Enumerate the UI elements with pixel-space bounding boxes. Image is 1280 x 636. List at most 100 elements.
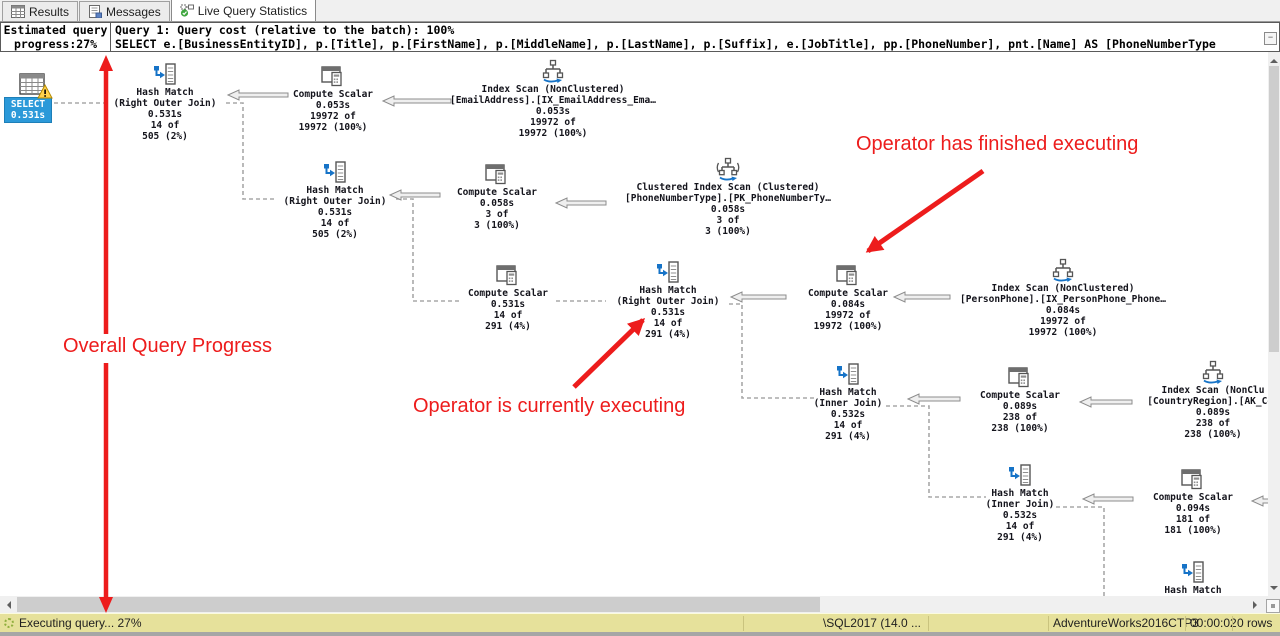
tab-live-query-statistics-label: Live Query Statistics bbox=[198, 4, 307, 18]
compute-scalar-icon bbox=[1007, 365, 1033, 389]
plan-node-line: 19972 (100%) bbox=[213, 122, 453, 133]
status-executing-text: Executing query... 27% bbox=[19, 616, 142, 630]
plan-node-line: 0.084s bbox=[943, 305, 1183, 316]
collapse-query-text-button[interactable]: − bbox=[1264, 32, 1277, 45]
plan-node-compute-scalar-6[interactable]: Compute Scalar0.094s181 of181 (100%) bbox=[1073, 467, 1268, 536]
plan-node-line: 19972 (100%) bbox=[943, 327, 1183, 338]
plan-node-line: 19972 (100%) bbox=[433, 128, 673, 139]
results-pane-tabbar: Results Messages Live Query Statistics bbox=[0, 0, 1280, 22]
status-separator bbox=[743, 616, 744, 631]
scroll-right-button[interactable] bbox=[1246, 596, 1263, 613]
execution-plan-canvas[interactable]: SELECT0.531sHash Match(Right Outer Join)… bbox=[0, 52, 1268, 596]
chevron-down-icon bbox=[1270, 586, 1278, 590]
hash-match-icon bbox=[655, 260, 681, 284]
plan-node-line: [CountryRegion].[AK_Cou bbox=[1093, 396, 1268, 407]
estimated-progress-line1: Estimated query bbox=[1, 23, 110, 37]
plan-node-line: [EmailAddress].[IX_EmailAddress_Ema… bbox=[433, 95, 673, 106]
plan-node-line: Index Scan (NonClustered) bbox=[943, 283, 1183, 294]
index-scan-icon bbox=[1200, 360, 1226, 384]
chevron-up-icon bbox=[1270, 59, 1278, 63]
scrollbar-corner-button[interactable] bbox=[1266, 599, 1280, 613]
plan-horizontal-scrollbar[interactable] bbox=[0, 596, 1280, 613]
plan-node-line: 3 of bbox=[608, 215, 848, 226]
chevron-left-icon bbox=[7, 601, 11, 609]
plan-node-line: Index Scan (NonClustered) bbox=[433, 84, 673, 95]
plan-node-line: Compute Scalar bbox=[728, 288, 968, 299]
status-row-count: 0 rows bbox=[1237, 616, 1272, 630]
plan-node-line: 19972 (100%) bbox=[728, 321, 968, 332]
hash-match-icon bbox=[1180, 560, 1206, 584]
compute-scalar-icon bbox=[1180, 467, 1206, 491]
hash-match-icon bbox=[152, 62, 178, 86]
plan-node-line: 181 of bbox=[1073, 514, 1268, 525]
status-separator bbox=[928, 616, 929, 631]
live-query-statistics-icon bbox=[180, 4, 194, 17]
plan-node-line: 19972 of bbox=[943, 316, 1183, 327]
plan-node-hash-match-6[interactable]: Hash Match bbox=[1073, 560, 1268, 596]
plan-node-line: 19972 of bbox=[433, 117, 673, 128]
status-server-name: \SQL2017 (14.0 ... bbox=[746, 616, 921, 630]
compute-scalar-icon bbox=[835, 263, 861, 287]
query-header-panel: Query 1: Query cost (relative to the bat… bbox=[110, 22, 1280, 52]
estimated-progress-panel: Estimated query progress:27% bbox=[0, 22, 111, 52]
hash-match-icon bbox=[322, 160, 348, 184]
select-result-icon bbox=[19, 72, 45, 96]
query-text-line: SELECT e.[BusinessEntityID], p.[Title], … bbox=[115, 37, 1279, 51]
plan-node-line: 0.058s bbox=[608, 204, 848, 215]
status-bar: Executing query... 27% \SQL2017 (14.0 ..… bbox=[0, 613, 1280, 633]
compute-scalar-icon bbox=[320, 64, 346, 88]
plan-node-line: 0.058s bbox=[377, 198, 617, 209]
plan-node-line: 181 (100%) bbox=[1073, 525, 1268, 536]
plan-node-index-scan-3[interactable]: Index Scan (NonClu[CountryRegion].[AK_Co… bbox=[1093, 360, 1268, 440]
plan-node-line: 19972 of bbox=[728, 310, 968, 321]
scroll-left-button[interactable] bbox=[0, 596, 17, 613]
index-scan-icon bbox=[1050, 258, 1076, 282]
plan-node-clustered-index-scan-1[interactable]: Clustered Index Scan (Clustered)[PhoneNu… bbox=[608, 157, 848, 237]
plan-node-line: Clustered Index Scan (Clustered) bbox=[608, 182, 848, 193]
plan-header-row: Estimated query progress:27% Query 1: Qu… bbox=[0, 22, 1280, 52]
horizontal-scroll-thumb[interactable] bbox=[17, 597, 820, 612]
executing-spinner-icon bbox=[4, 618, 14, 628]
tab-live-query-statistics[interactable]: Live Query Statistics bbox=[171, 0, 316, 21]
plan-node-line: Compute Scalar bbox=[377, 187, 617, 198]
tab-messages[interactable]: Messages bbox=[79, 1, 170, 21]
plan-node-compute-scalar-2[interactable]: Compute Scalar0.058s3 of3 (100%) bbox=[377, 162, 617, 231]
plan-node-line: 238 (100%) bbox=[1093, 429, 1268, 440]
messages-icon bbox=[88, 5, 102, 18]
status-elapsed-time: 00:00:02 bbox=[1190, 616, 1237, 630]
tab-results[interactable]: Results bbox=[2, 1, 78, 21]
estimated-progress-line2: progress:27% bbox=[1, 37, 110, 51]
clustered-index-scan-icon bbox=[715, 157, 741, 181]
plan-node-index-scan-2[interactable]: Index Scan (NonClustered)[PersonPhone].[… bbox=[943, 258, 1183, 338]
scroll-down-button[interactable] bbox=[1265, 579, 1280, 596]
plan-node-compute-scalar-1[interactable]: Compute Scalar0.053s19972 of19972 (100%) bbox=[213, 64, 453, 133]
tab-messages-label: Messages bbox=[106, 5, 161, 19]
plan-node-line: Hash Match bbox=[1073, 585, 1268, 596]
compute-scalar-icon bbox=[484, 162, 510, 186]
hash-match-icon bbox=[1007, 463, 1033, 487]
plan-node-line: Compute Scalar bbox=[1073, 492, 1268, 503]
plan-node-line: 19972 of bbox=[213, 111, 453, 122]
chevron-right-icon bbox=[1253, 601, 1257, 609]
plan-vertical-scrollbar[interactable] bbox=[1268, 52, 1280, 596]
plan-node-index-scan-1[interactable]: Index Scan (NonClustered)[EmailAddress].… bbox=[433, 59, 673, 139]
plan-node-line: 3 (100%) bbox=[377, 220, 617, 231]
plan-node-line: Index Scan (NonClu bbox=[1093, 385, 1268, 396]
plan-node-line: 238 of bbox=[1093, 418, 1268, 429]
plan-node-line: 0.053s bbox=[433, 106, 673, 117]
query-cost-line: Query 1: Query cost (relative to the bat… bbox=[115, 23, 1279, 37]
tab-results-label: Results bbox=[29, 5, 69, 19]
status-database-name: AdventureWorks2016CTP3 bbox=[1053, 616, 1199, 630]
results-grid-icon bbox=[11, 5, 25, 18]
status-separator bbox=[1185, 616, 1186, 631]
plan-node-line: 3 of bbox=[377, 209, 617, 220]
plan-node-line: 3 (100%) bbox=[608, 226, 848, 237]
plan-node-line: 0.084s bbox=[728, 299, 968, 310]
vertical-scroll-thumb[interactable] bbox=[1269, 66, 1279, 352]
plan-node-compute-scalar-4[interactable]: Compute Scalar0.084s19972 of19972 (100%) bbox=[728, 263, 968, 332]
window-bottom-strip bbox=[0, 632, 1280, 636]
hash-match-icon bbox=[835, 362, 861, 386]
corner-dot-icon bbox=[1271, 604, 1275, 608]
status-separator bbox=[1048, 616, 1049, 631]
plan-node-line: Compute Scalar bbox=[213, 89, 453, 100]
